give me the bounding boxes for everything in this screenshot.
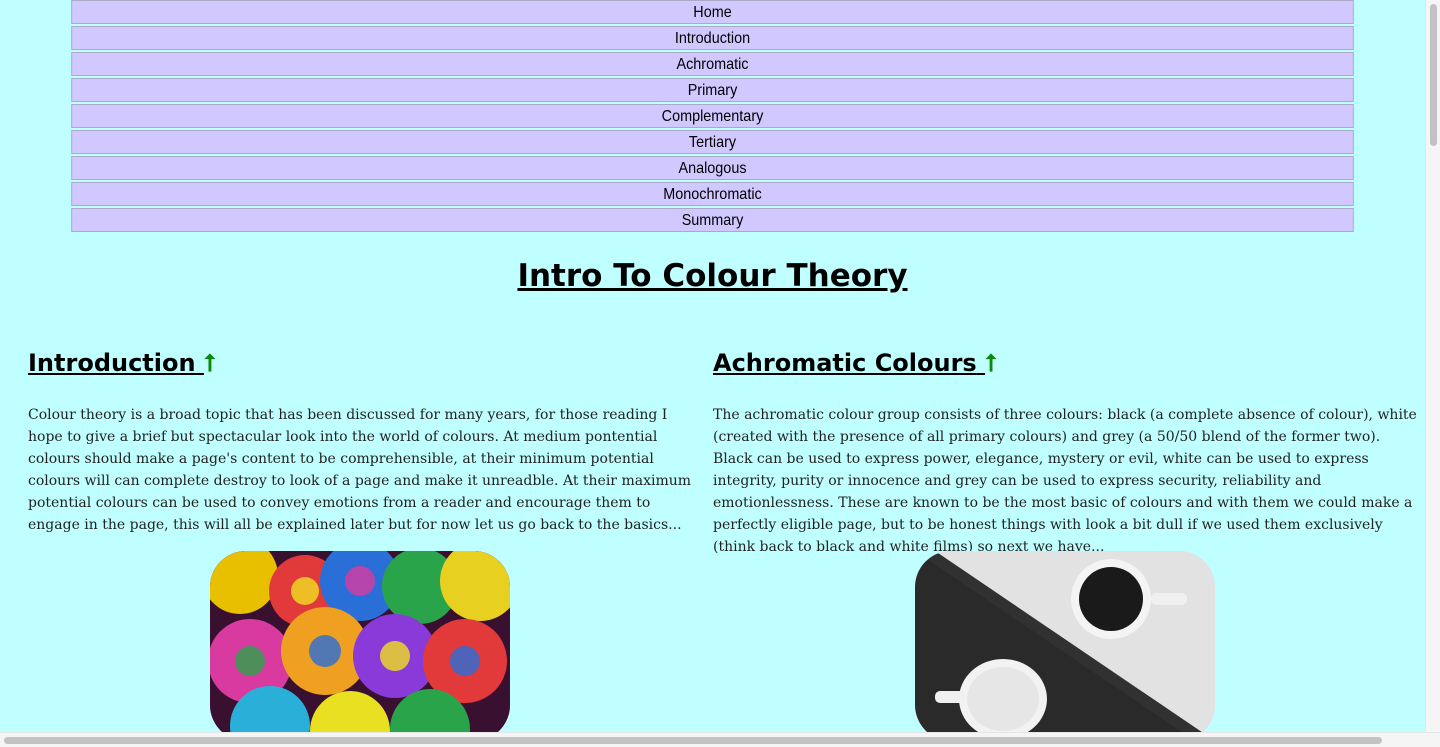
- nav-item-summary[interactable]: Summary: [71, 208, 1354, 232]
- nav-item-introduction[interactable]: Introduction: [71, 26, 1354, 50]
- nav-item-tertiary[interactable]: Tertiary: [71, 130, 1354, 154]
- coffee-cups-bw-image: [915, 551, 1215, 732]
- nav-item-achromatic[interactable]: Achromatic: [71, 52, 1354, 76]
- section-title-text: Achromatic Colours: [713, 349, 977, 377]
- nav-item-complementary[interactable]: Complementary: [71, 104, 1354, 128]
- nav-item-monochromatic[interactable]: Monochromatic: [71, 182, 1354, 206]
- horizontal-scrollbar[interactable]: [0, 732, 1440, 747]
- section-achromatic: Achromatic Colours ⭡ The achromatic colo…: [713, 346, 1418, 558]
- section-title: Introduction ⭡: [28, 346, 693, 380]
- nav-item-analogous[interactable]: Analogous: [71, 156, 1354, 180]
- top-nav: Home Introduction Achromatic Primary Com…: [0, 0, 1425, 234]
- section-title-text: Introduction: [28, 349, 196, 377]
- section-paragraph: Colour theory is a broad topic that has …: [28, 407, 692, 533]
- section-introduction: Introduction ⭡ Colour theory is a broad …: [28, 346, 693, 536]
- nav-item-home[interactable]: Home: [71, 0, 1354, 24]
- vertical-scrollbar-thumb[interactable]: [1430, 4, 1437, 146]
- page-viewport: Home Introduction Achromatic Primary Com…: [0, 0, 1425, 732]
- vertical-scrollbar[interactable]: [1425, 0, 1440, 732]
- section-paragraph: The achromatic colour group consists of …: [713, 407, 1417, 555]
- nav-item-primary[interactable]: Primary: [71, 78, 1354, 102]
- horizontal-scrollbar-thumb[interactable]: [4, 737, 1382, 744]
- back-to-top-arrow-icon[interactable]: ⭡: [204, 346, 215, 380]
- page-title: Intro To Colour Theory: [517, 258, 908, 294]
- section-title: Achromatic Colours ⭡: [713, 346, 1418, 380]
- back-to-top-arrow-icon[interactable]: ⭡: [985, 346, 996, 380]
- rainbow-roses-image: [210, 551, 510, 732]
